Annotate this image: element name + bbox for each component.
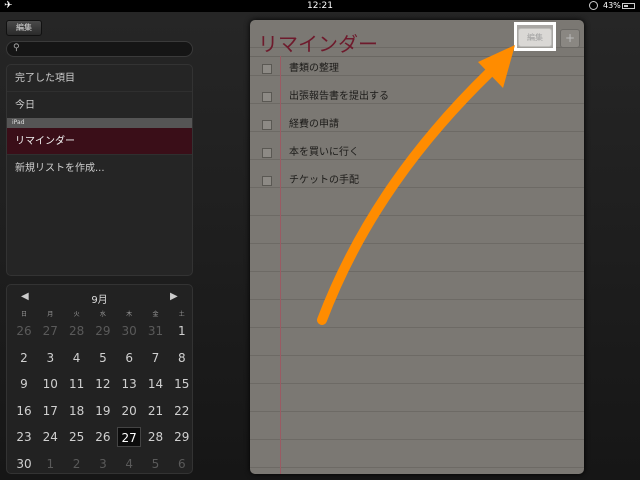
- orange-arrow-annotation: [317, 45, 515, 325]
